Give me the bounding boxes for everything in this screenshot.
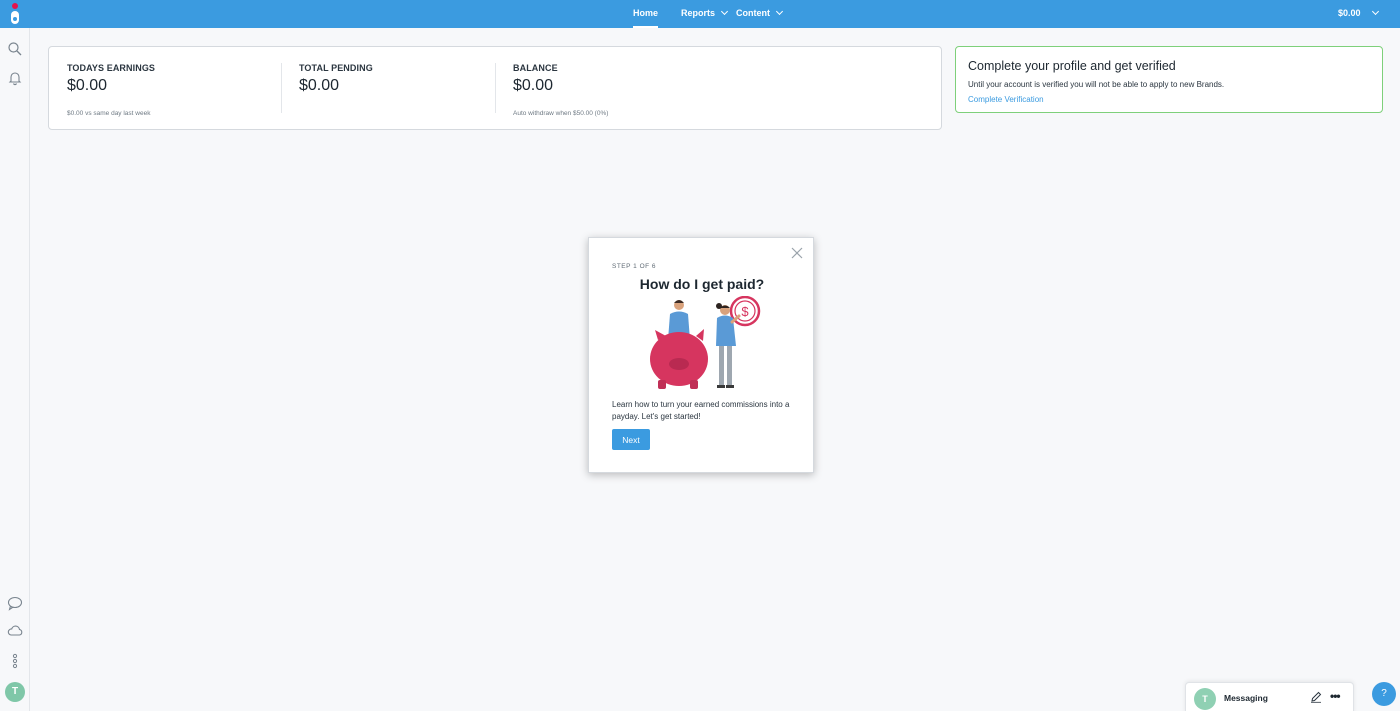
modal-description: Learn how to turn your earned commission…: [612, 400, 790, 421]
verification-title: Complete your profile and get verified: [968, 59, 1176, 73]
todays-earnings-label: TODAYS EARNINGS: [67, 63, 156, 73]
chevron-down-icon: [1371, 7, 1379, 16]
balance: BALANCE $0.00 Auto withdraw when $50.00 …: [513, 63, 608, 117]
modal-title: How do I get paid?: [639, 276, 765, 292]
balance-label: BALANCE: [513, 63, 558, 73]
piggy-bank-illustration: $: [650, 296, 761, 389]
balance-note: Auto withdraw when $50.00 (0%): [513, 110, 609, 117]
top-bar: Home Reports Content $0.00: [0, 0, 1400, 28]
divider: [281, 63, 282, 113]
verification-card: Complete your profile and get verified U…: [955, 46, 1383, 113]
nav-reports-label: Reports: [681, 8, 716, 18]
total-pending-value: $0.00: [299, 77, 340, 94]
nav-reports[interactable]: Reports: [681, 0, 729, 28]
balance-dropdown[interactable]: $0.00: [1338, 0, 1379, 28]
onboarding-modal: STEP 1 OF 6 How do I get paid? $ Learn h…: [588, 237, 814, 473]
close-icon[interactable]: [791, 247, 803, 259]
step-indicator: STEP 1 OF 6: [612, 263, 657, 270]
earnings-summary-card: TODAYS EARNINGS $0.00 $0.00 vs same day …: [48, 46, 942, 130]
search-icon[interactable]: [7, 41, 23, 57]
user-avatar[interactable]: T: [5, 682, 25, 702]
balance-amount: $0.00: [1338, 8, 1361, 18]
complete-verification-link[interactable]: Complete Verification: [968, 95, 1044, 104]
messaging-bar[interactable]: T Messaging •••: [1185, 682, 1354, 711]
total-pending: TOTAL PENDING $0.00: [299, 63, 373, 95]
todays-earnings-value: $0.00: [67, 77, 108, 94]
cloud-icon[interactable]: [7, 623, 23, 639]
nav-home[interactable]: Home: [633, 0, 659, 28]
next-button[interactable]: Next: [612, 429, 650, 450]
todays-earnings-note: $0.00 vs same day last week: [67, 110, 151, 117]
bell-icon[interactable]: [7, 70, 23, 86]
left-rail: T: [0, 28, 30, 711]
chevron-down-icon: [720, 7, 729, 16]
verification-text: Until your account is verified you will …: [968, 80, 1225, 89]
messaging-label: Messaging: [1224, 693, 1268, 703]
chevron-down-icon: [775, 7, 784, 16]
more-horizontal-icon[interactable]: •••: [1330, 689, 1341, 703]
nav-content-label: Content: [736, 8, 770, 18]
todays-earnings: TODAYS EARNINGS $0.00 $0.00 vs same day …: [67, 63, 155, 117]
total-pending-label: TOTAL PENDING: [299, 63, 373, 73]
svg-text:$: $: [741, 304, 749, 319]
balance-value: $0.00: [513, 77, 554, 94]
edit-icon[interactable]: [1310, 691, 1322, 703]
divider: [495, 63, 496, 113]
main-nav: Home Reports Content $0.00: [0, 0, 1400, 28]
nav-content[interactable]: Content: [736, 0, 784, 28]
help-button[interactable]: ?: [1372, 682, 1396, 706]
chat-icon[interactable]: [7, 595, 23, 611]
messaging-avatar: T: [1194, 688, 1216, 710]
more-vertical-icon[interactable]: [7, 653, 23, 669]
